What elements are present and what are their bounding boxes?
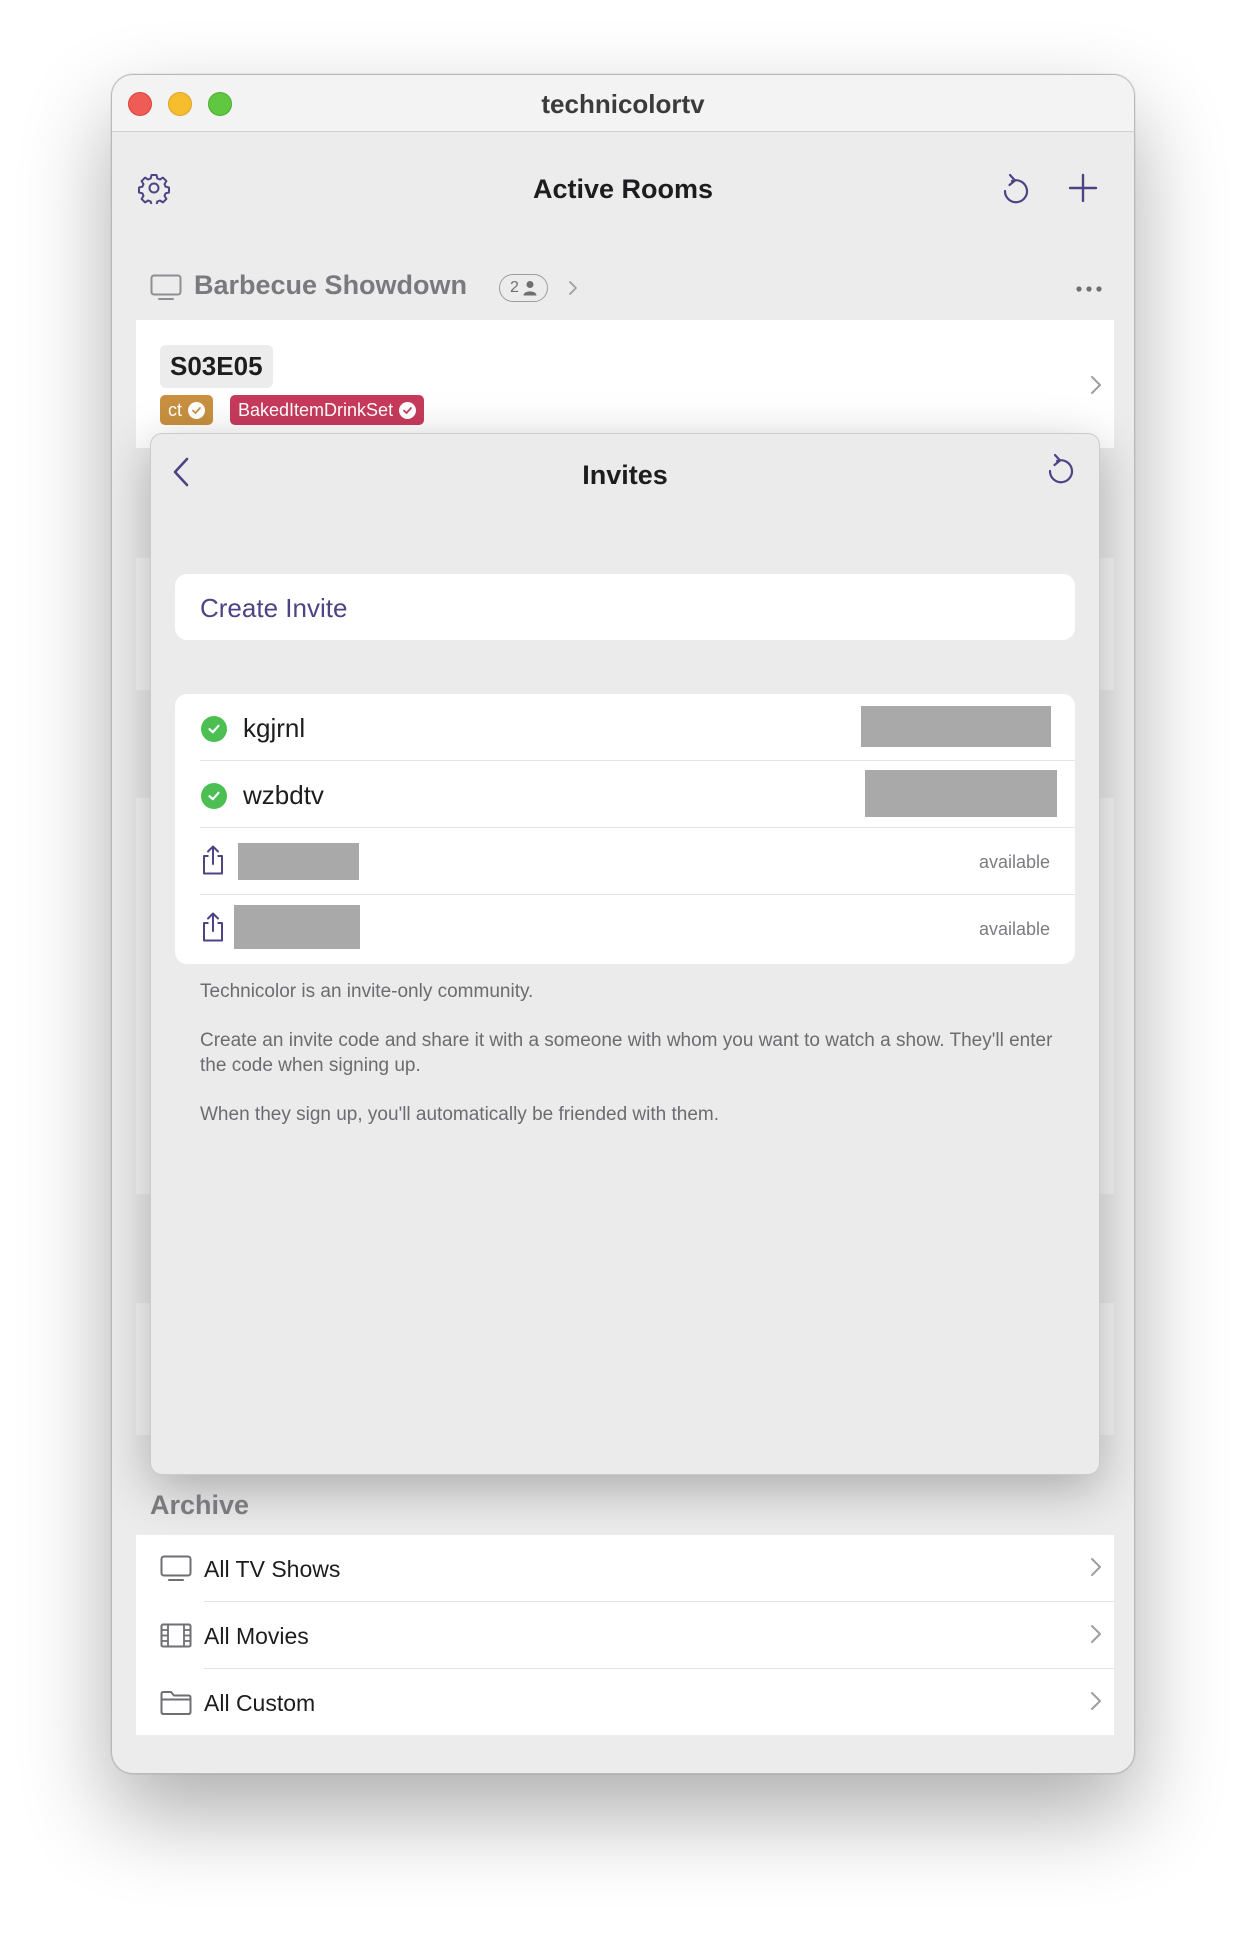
checkmark-circle-icon xyxy=(201,716,227,742)
folder-icon xyxy=(160,1691,192,1715)
tv-icon xyxy=(160,1555,192,1581)
chevron-right-icon xyxy=(1091,1558,1101,1576)
archive-item-movies[interactable]: All Movies xyxy=(136,1602,1114,1669)
refresh-icon xyxy=(1048,453,1074,484)
film-icon xyxy=(160,1623,192,1648)
tag-label: ct xyxy=(168,399,183,420)
invite-row-available[interactable]: available xyxy=(175,828,1075,895)
member-count-badge: 2 xyxy=(499,274,548,302)
add-room-button[interactable] xyxy=(1065,170,1101,206)
redacted-field xyxy=(238,843,359,880)
refresh-icon xyxy=(1003,173,1029,204)
section-header-archive: Archive xyxy=(150,1490,250,1520)
tag-ct: ct xyxy=(160,395,214,425)
invite-row-used[interactable]: wzbdtv xyxy=(175,761,1075,828)
title-bar: technicolortv xyxy=(112,75,1134,132)
info-text: Create an invite code and share it with … xyxy=(200,1030,1053,1076)
app-window: technicolortv Active Rooms Barbecue Show… xyxy=(111,74,1135,1774)
info-text: When they sign up, you'll automatically … xyxy=(200,1104,720,1125)
status-label: available xyxy=(978,919,1050,939)
share-icon[interactable] xyxy=(200,911,226,943)
refresh-invites-button[interactable] xyxy=(1041,450,1081,490)
invite-code: kgjrnl xyxy=(243,713,306,743)
redacted-field xyxy=(861,706,1051,747)
checkmark-circle-icon xyxy=(201,783,227,809)
chevron-right-icon xyxy=(1091,376,1101,394)
tag-baked-item-drink-set: BakedItemDrinkSet xyxy=(230,395,425,425)
invites-list: kgjrnl wzbdtv available available xyxy=(175,694,1075,964)
invites-sheet: Invites Create Invite kgjrnl wzbdtv avai… xyxy=(150,433,1100,1475)
archive-item-custom[interactable]: All Custom xyxy=(136,1669,1114,1736)
room-name: Barbecue Showdown xyxy=(194,270,468,300)
chevron-right-icon xyxy=(1091,1692,1101,1710)
person-icon xyxy=(523,281,537,296)
archive-item-label: All Custom xyxy=(204,1690,316,1716)
checkmark-icon xyxy=(188,401,206,419)
chevron-right-icon xyxy=(1091,1625,1101,1643)
tv-icon xyxy=(150,274,182,300)
room-header[interactable]: Barbecue Showdown 2 xyxy=(150,268,1102,308)
invite-code: wzbdtv xyxy=(243,780,324,810)
sheet-title: Invites xyxy=(582,460,668,490)
create-invite-button[interactable]: Create Invite xyxy=(175,574,1075,640)
chevron-right-icon xyxy=(569,281,577,295)
redacted-field xyxy=(865,770,1057,817)
more-icon[interactable] xyxy=(1076,286,1102,292)
info-text: Technicolor is an invite-only community. xyxy=(200,981,534,1002)
redacted-field xyxy=(234,905,360,949)
invite-row-available[interactable]: available xyxy=(175,895,1075,962)
episode-code: S03E05 xyxy=(160,345,273,388)
nav-bar: Active Rooms xyxy=(112,132,1134,252)
window-title: technicolortv xyxy=(541,89,705,119)
status-label: available xyxy=(978,852,1050,872)
archive-item-tv-shows[interactable]: All TV Shows xyxy=(136,1535,1114,1602)
member-count: 2 xyxy=(510,279,519,296)
tag-label: BakedItemDrinkSet xyxy=(238,399,394,420)
create-invite-label: Create Invite xyxy=(200,593,348,623)
archive-list: All TV Shows All Movies All Custom xyxy=(136,1535,1114,1735)
archive-item-label: All Movies xyxy=(204,1623,309,1649)
checkmark-icon xyxy=(399,401,417,419)
refresh-rooms-button[interactable] xyxy=(996,170,1036,210)
page-title: Active Rooms xyxy=(532,174,714,204)
episode-row[interactable]: S03E05 ct BakedItemDrinkSet xyxy=(136,320,1114,448)
invite-row-used[interactable]: kgjrnl xyxy=(175,694,1075,761)
archive-item-label: All TV Shows xyxy=(204,1556,341,1582)
plus-icon xyxy=(1068,173,1098,203)
share-icon[interactable] xyxy=(200,844,226,876)
